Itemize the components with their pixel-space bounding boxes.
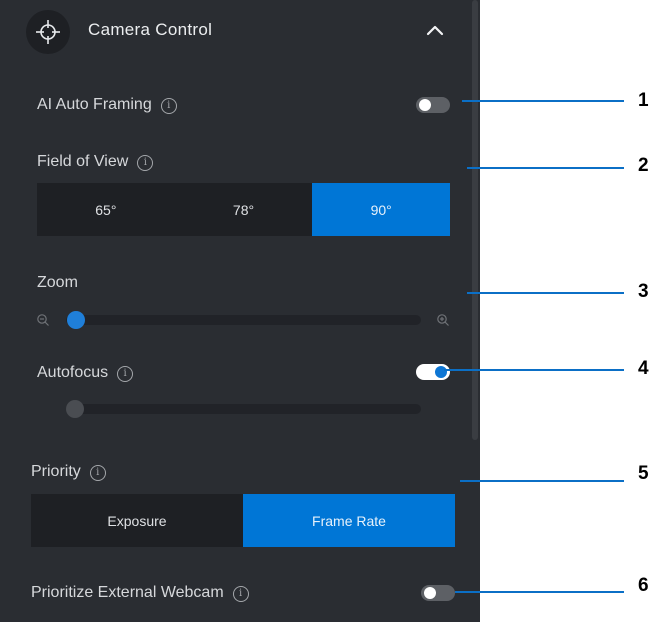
focus-slider-thumb (66, 400, 84, 418)
camera-control-header[interactable]: Camera Control (0, 0, 470, 62)
fov-option-65[interactable]: 65° (37, 183, 175, 236)
callout-number-1: 1 (638, 90, 649, 111)
ai-auto-framing-row: AI Auto Framing i (37, 96, 177, 114)
autofocus-row: Autofocus i (37, 364, 134, 382)
callout-line-3 (467, 292, 624, 294)
priority-row: Priority i (31, 463, 106, 481)
toggle-knob (419, 99, 431, 111)
callout-number-6: 6 (638, 575, 649, 596)
info-icon[interactable]: i (117, 366, 134, 382)
priority-option-frame-rate[interactable]: Frame Rate (243, 494, 455, 547)
field-of-view-row: Field of View i (37, 153, 154, 171)
autofocus-toggle[interactable] (416, 364, 450, 380)
callout-number-3: 3 (638, 281, 649, 302)
callout-number-2: 2 (638, 155, 649, 176)
external-webcam-row: Prioritize External Webcam i (31, 584, 249, 602)
field-of-view-label: Field of View (37, 153, 129, 170)
fov-option-90[interactable]: 90° (312, 183, 451, 236)
priority-label: Priority (31, 463, 81, 480)
callout-number-5: 5 (638, 463, 649, 484)
zoom-out-icon[interactable] (36, 313, 50, 332)
camera-control-panel: Camera Control AI Auto Framing i Field of… (0, 0, 480, 622)
panel-title: Camera Control (88, 20, 213, 39)
callout-line-1 (462, 100, 624, 102)
external-webcam-toggle[interactable] (421, 585, 455, 601)
panel-scrollbar[interactable] (472, 0, 478, 440)
priority-option-exposure[interactable]: Exposure (31, 494, 243, 547)
info-icon[interactable]: i (232, 586, 249, 602)
toggle-knob (435, 366, 447, 378)
chevron-up-icon[interactable] (422, 17, 448, 43)
callout-line-2 (467, 167, 624, 169)
info-icon[interactable]: i (160, 98, 177, 114)
autofocus-label: Autofocus (37, 364, 109, 381)
zoom-slider-track[interactable] (66, 315, 421, 325)
callout-line-5 (460, 480, 624, 482)
field-of-view-selector: 65° 78° 90° (37, 183, 451, 236)
info-icon[interactable]: i (137, 155, 154, 171)
ai-auto-framing-label: AI Auto Framing (37, 96, 152, 113)
callout-line-6 (455, 591, 624, 593)
external-webcam-label: Prioritize External Webcam (31, 584, 224, 601)
zoom-label: Zoom (37, 274, 78, 291)
priority-selector: Exposure Frame Rate (31, 494, 455, 547)
zoom-in-icon[interactable] (436, 313, 450, 332)
fov-option-78[interactable]: 78° (175, 183, 313, 236)
focus-slider-track[interactable] (66, 404, 421, 414)
callout-line-4 (444, 369, 624, 371)
callout-number-4: 4 (638, 358, 649, 379)
zoom-slider-thumb[interactable] (67, 311, 85, 329)
crosshair-icon (26, 10, 70, 54)
info-icon[interactable]: i (89, 465, 106, 481)
ai-auto-framing-toggle[interactable] (416, 97, 450, 113)
toggle-knob (424, 587, 436, 599)
